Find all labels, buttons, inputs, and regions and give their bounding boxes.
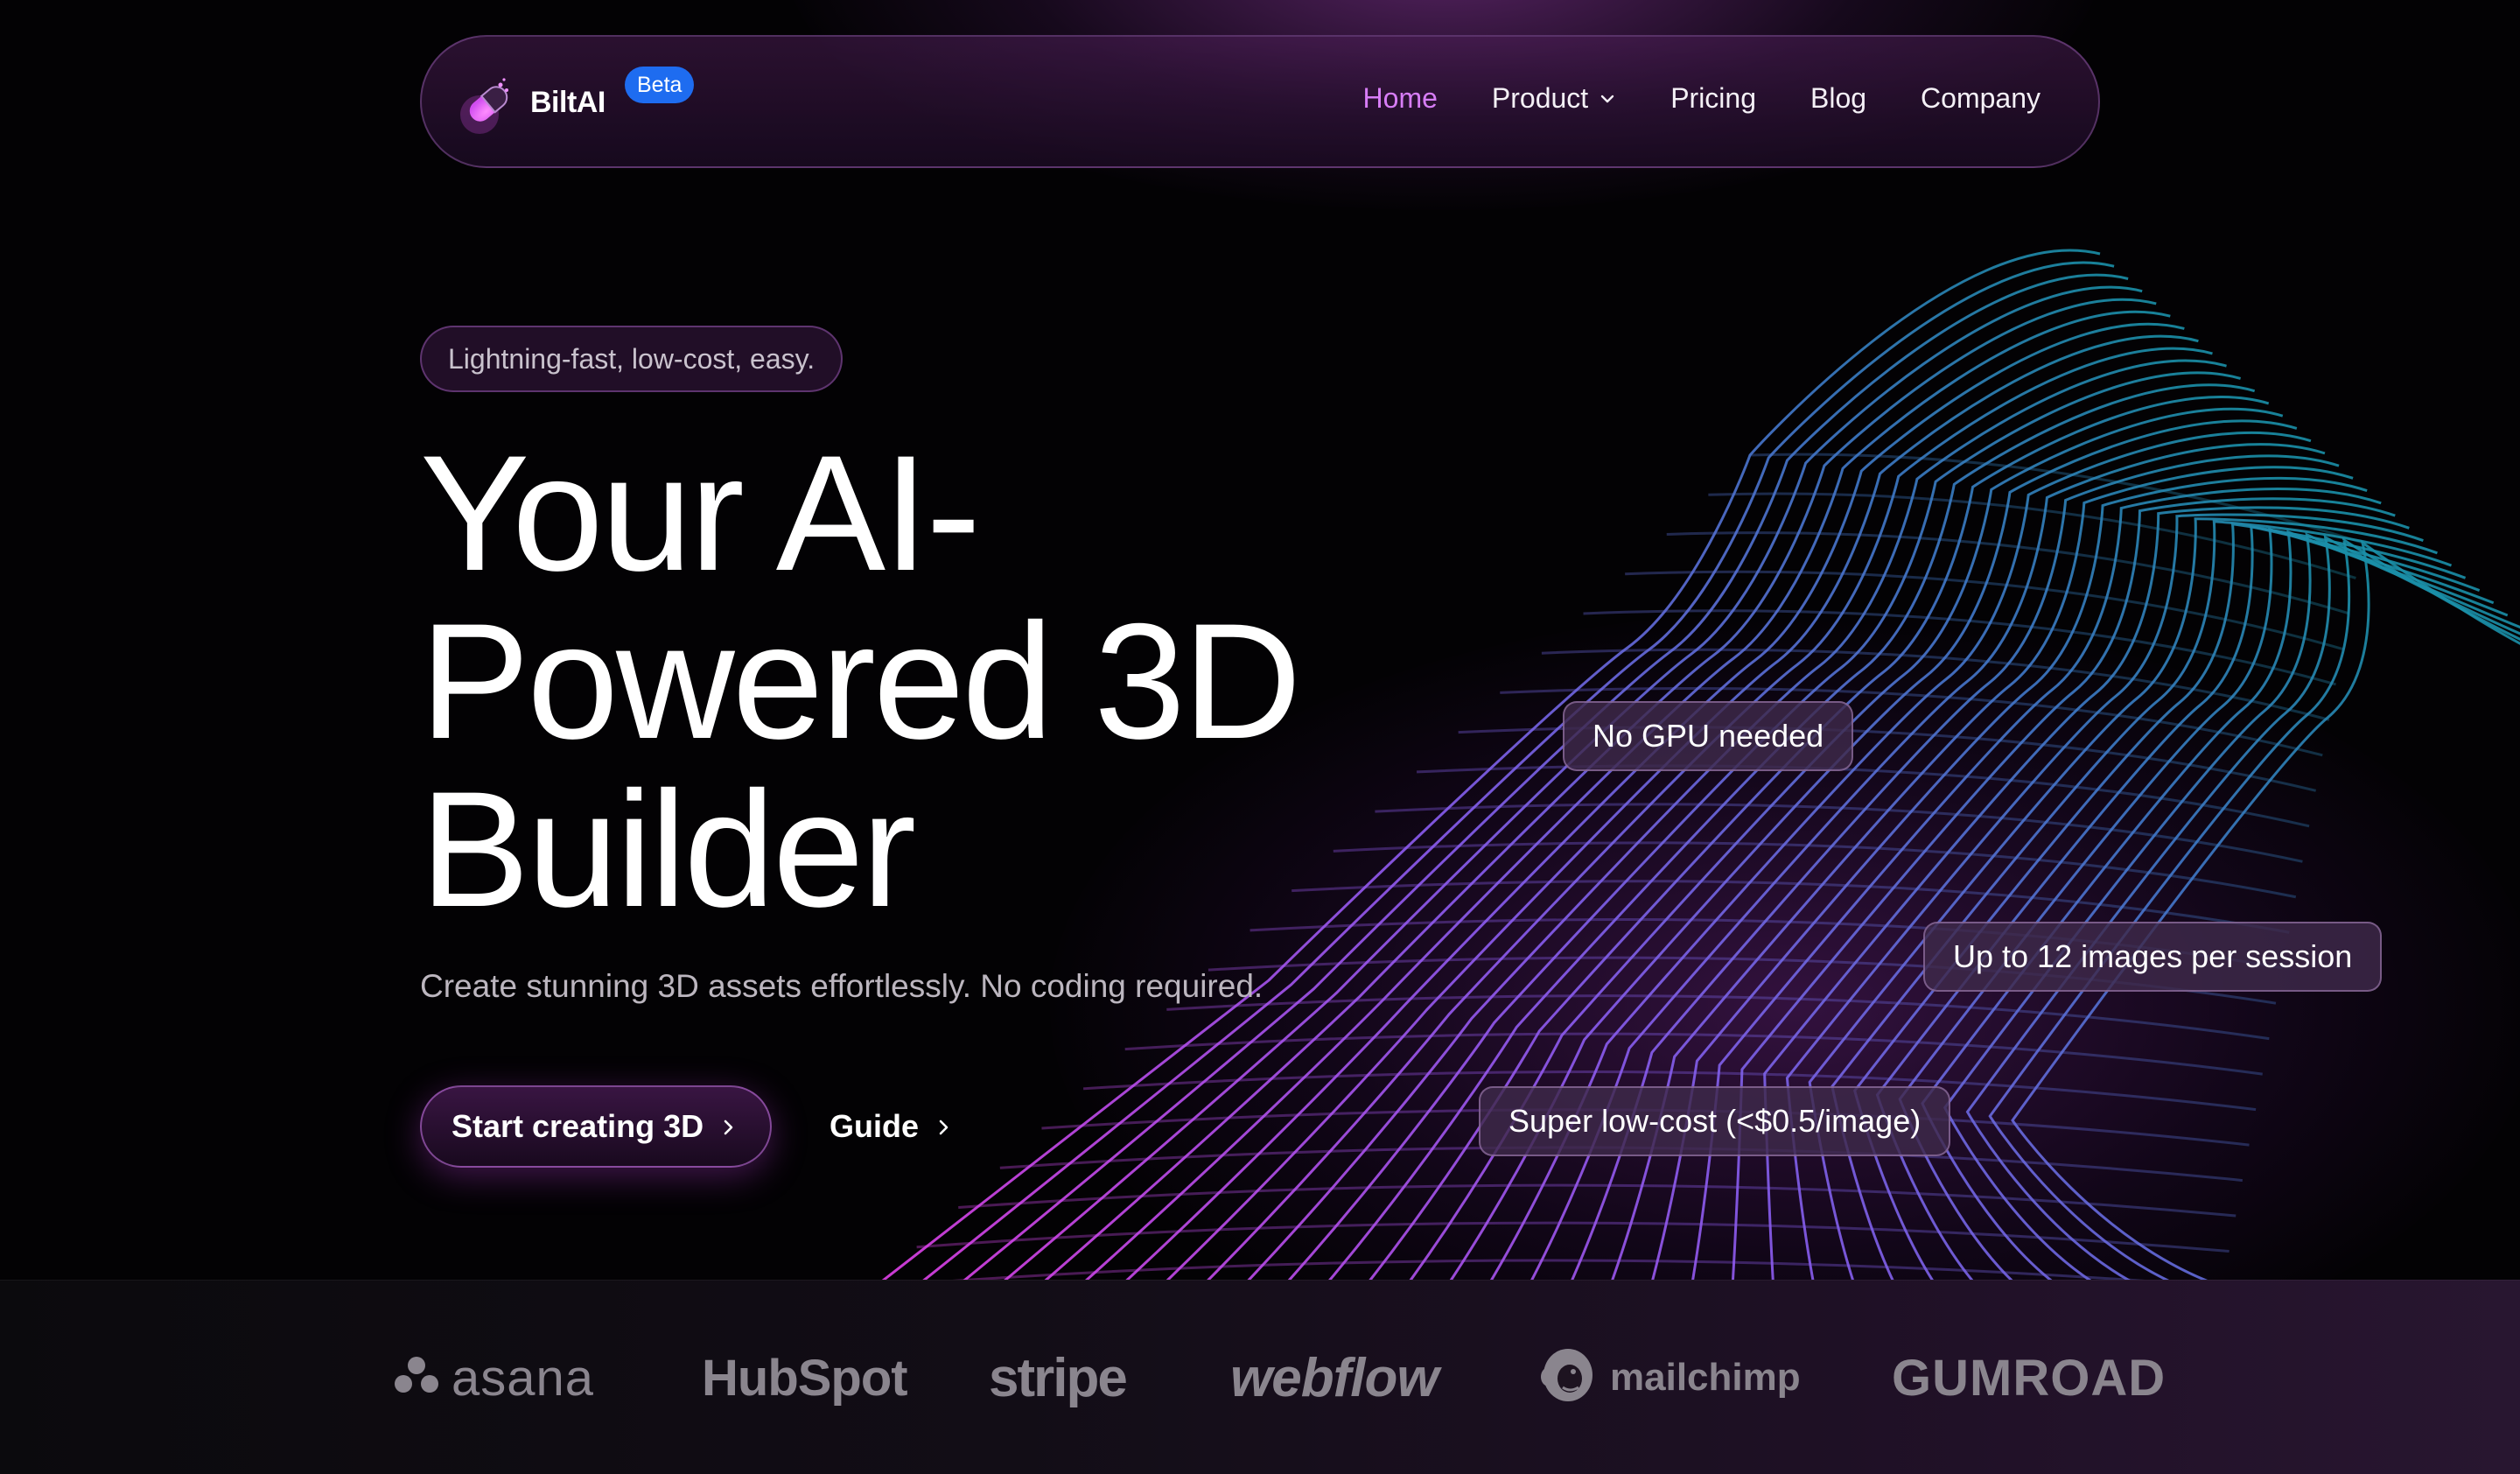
- chevron-right-icon: [721, 1108, 737, 1145]
- partner-stripe: stripe: [989, 1347, 1128, 1408]
- headline-line-2: Powered 3D: [420, 589, 1302, 773]
- chevron-right-icon: [936, 1108, 952, 1145]
- mesh-contour-line: [1763, 506, 2410, 1280]
- mesh-contour-line: [1988, 537, 2520, 1280]
- partner-asana: asana: [394, 1281, 594, 1474]
- partner-gumroad: GUMROAD: [1892, 1349, 2166, 1407]
- hero-headline: Your AI- Powered 3D Builder: [420, 429, 1470, 933]
- mailchimp-icon: [1536, 1340, 1598, 1416]
- landing-page: BiltAI Beta Home Product Pricing Blog Co…: [0, 0, 2520, 1474]
- nav-link-company[interactable]: Company: [1921, 81, 2040, 116]
- feature-chip-low-cost: Super low-cost (<$0.5/image): [1479, 1086, 1951, 1156]
- asana-dots-icon: [394, 1349, 439, 1407]
- logo-capsule-icon: [457, 71, 520, 134]
- beta-badge: Beta: [625, 67, 695, 103]
- guide-label: Guide: [830, 1108, 920, 1144]
- nav-link-home[interactable]: Home: [1363, 81, 1438, 116]
- mesh-contour-line: [1611, 466, 2354, 1280]
- partner-webflow: webflow: [1230, 1347, 1439, 1408]
- mesh-contour-line: [1921, 530, 2509, 1280]
- tagline-pill: Lightning-fast, low-cost, easy.: [420, 326, 844, 392]
- nav-link-product-label: Product: [1491, 82, 1589, 114]
- mesh-contour-line: [1942, 532, 2520, 1280]
- headline-line-3: Builder: [420, 757, 916, 941]
- mesh-cross-line: [952, 1259, 2146, 1280]
- brand-logo[interactable]: BiltAI: [457, 71, 606, 134]
- start-creating-button[interactable]: Start creating 3D: [420, 1085, 772, 1168]
- mesh-contour-line: [1853, 523, 2467, 1280]
- partner-logo-strip: asana HubSpot stripe webflow mailchimp G…: [0, 1280, 2520, 1474]
- mesh-cross-line: [1166, 994, 2270, 1041]
- feature-chip-images: Up to 12 images per session: [1923, 922, 2383, 992]
- mesh-cross-line: [1583, 609, 2336, 686]
- partner-mailchimp: mailchimp: [1536, 1281, 1801, 1474]
- mesh-cross-line: [1124, 1032, 2263, 1076]
- partner-hubspot: HubSpot: [702, 1349, 908, 1407]
- nav-links: Home Product Pricing Blog Company: [1309, 81, 2040, 116]
- nav-link-product[interactable]: Product: [1492, 81, 1616, 116]
- guide-link[interactable]: Guide: [830, 1105, 952, 1148]
- chevron-down-icon: [1599, 81, 1616, 116]
- brand-name: BiltAI: [530, 85, 606, 119]
- mesh-contour-line: [1830, 520, 2453, 1280]
- start-creating-label: Start creating 3D: [452, 1108, 704, 1144]
- mesh-contour-line: [1651, 476, 2368, 1280]
- nav-link-pricing[interactable]: Pricing: [1670, 81, 1756, 116]
- hero-subtitle: Create stunning 3D assets effortlessly. …: [420, 968, 1264, 1004]
- mesh-cross-line: [916, 1221, 2230, 1253]
- partner-asana-name: asana: [452, 1349, 595, 1407]
- mesh-contour-line: [2011, 539, 2520, 1280]
- mesh-cross-line: [1416, 764, 2310, 828]
- partner-mailchimp-name: mailchimp: [1610, 1356, 1801, 1399]
- feature-chip-no-gpu: No GPU needed: [1563, 701, 1854, 771]
- top-navbar: BiltAI Beta Home Product Pricing Blog Co…: [420, 35, 2100, 168]
- nav-link-blog[interactable]: Blog: [1810, 81, 1866, 116]
- headline-line-1: Your AI-: [420, 421, 981, 605]
